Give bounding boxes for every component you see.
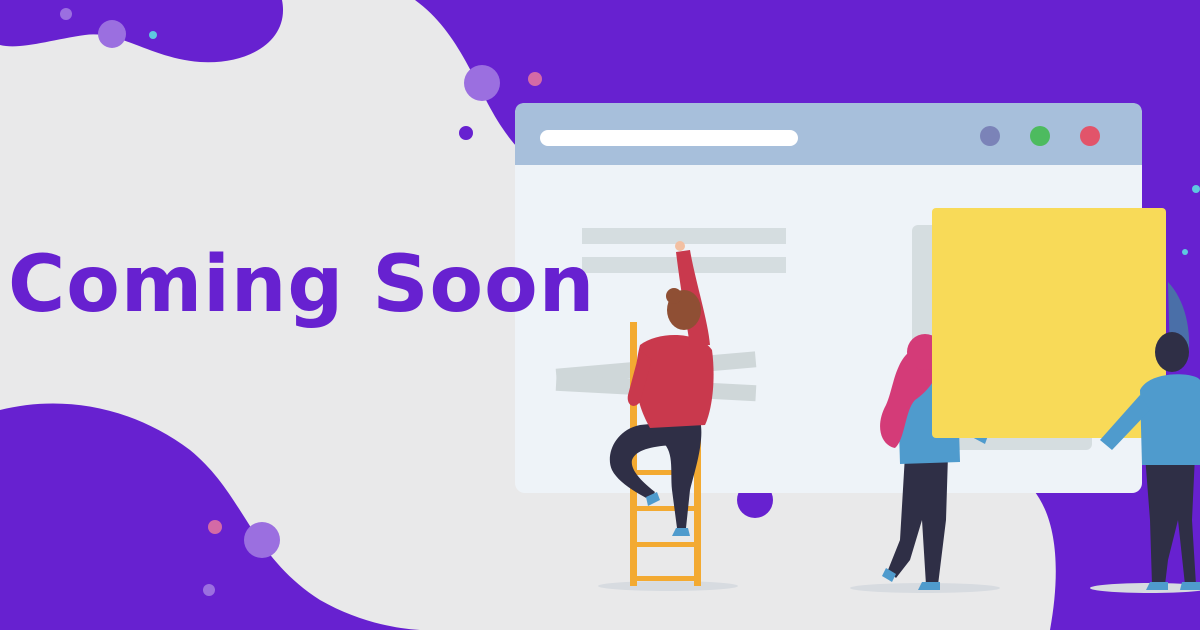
decor-dot: [459, 126, 473, 140]
minimize-dot-icon: [980, 126, 1000, 146]
maximize-dot-icon: [1030, 126, 1050, 146]
ground-shadow: [598, 581, 738, 591]
decor-dot: [98, 20, 126, 48]
top-left-purple-blob: [0, 0, 284, 63]
decor-dot: [149, 31, 157, 39]
coming-soon-banner: Coming Soon: [0, 0, 1200, 630]
content-placeholder-line: [582, 228, 786, 244]
decor-dot: [244, 522, 280, 558]
close-dot-icon: [1080, 126, 1100, 146]
decor-dot: [208, 520, 222, 534]
coming-soon-headline: Coming Soon: [8, 240, 596, 330]
decor-dot: [203, 584, 215, 596]
sticky-note-card: [932, 208, 1166, 438]
decor-dot: [60, 8, 72, 20]
bottom-left-purple-blob: [0, 403, 420, 630]
decor-dot: [464, 65, 500, 101]
browser-address-bar: [540, 130, 798, 146]
decor-dot: [1182, 249, 1188, 255]
decor-dot: [528, 72, 542, 86]
decor-dot: [1192, 185, 1200, 193]
